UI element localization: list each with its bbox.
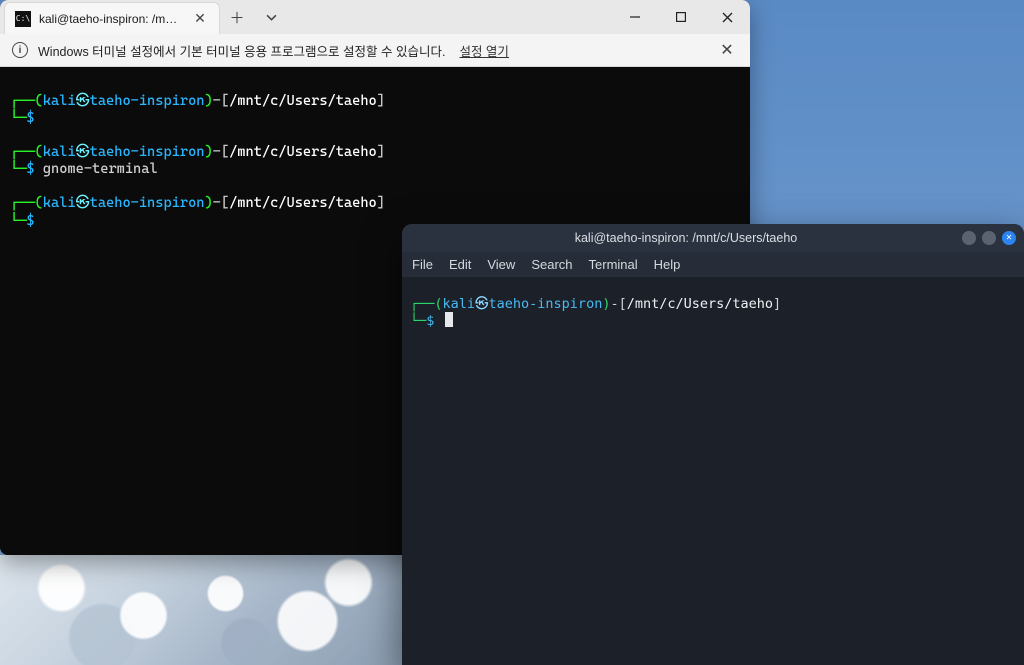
maximize-icon [676,12,686,22]
prompt-line: └─$ gnome-terminal [10,161,740,178]
menu-edit[interactable]: Edit [449,257,471,272]
close-icon [722,12,733,23]
prompt-line: └─$ [10,110,740,127]
minimize-button[interactable] [612,0,658,34]
minimize-icon [630,12,640,22]
gnome-close-button[interactable] [1002,231,1016,245]
prompt-line: ┌──(kali㉿taeho-inspiron)-[/mnt/c/Users/t… [10,144,740,161]
menu-help[interactable]: Help [654,257,681,272]
open-settings-link[interactable]: 설정 열기 [459,41,508,60]
infobar: i Windows 터미널 설정에서 기본 터미널 응용 프로그램으로 설정할 … [0,34,750,67]
gnome-titlebar[interactable]: kali@taeho-inspiron: /mnt/c/Users/taeho [402,224,1024,252]
gnome-terminal-window: kali@taeho-inspiron: /mnt/c/Users/taeho … [402,224,1024,665]
menu-terminal[interactable]: Terminal [589,257,638,272]
menu-file[interactable]: File [412,257,433,272]
new-tab-button[interactable]: ＋ [220,0,254,34]
gnome-menubar: File Edit View Search Terminal Help [402,252,1024,278]
maximize-button[interactable] [658,0,704,34]
gnome-minimize-button[interactable] [962,231,976,245]
tab-dropdown-button[interactable] [254,0,288,34]
terminal-tab-title: kali@taeho-inspiron: /mnt/c/U [39,12,179,26]
prompt-line: └─$ [410,312,1016,329]
prompt-line: ┌──(kali㉿taeho-inspiron)-[/mnt/c/Users/t… [410,296,1016,312]
prompt-line: ┌──(kali㉿taeho-inspiron)-[/mnt/c/Users/t… [10,195,740,212]
tab-close-button[interactable]: ✕ [191,10,209,28]
terminal-tab-icon: C:\ [15,11,31,27]
windows-terminal-titlebar[interactable]: C:\ kali@taeho-inspiron: /mnt/c/U ✕ ＋ [0,0,750,34]
menu-view[interactable]: View [487,257,515,272]
gnome-terminal-body[interactable]: ┌──(kali㉿taeho-inspiron)-[/mnt/c/Users/t… [402,278,1024,665]
menu-search[interactable]: Search [531,257,572,272]
gnome-maximize-button[interactable] [982,231,996,245]
info-icon: i [12,42,28,58]
cursor-icon [445,312,453,327]
infobar-close-button[interactable]: ✕ [716,39,738,61]
gnome-window-title: kali@taeho-inspiron: /mnt/c/Users/taeho [410,231,962,245]
infobar-message: Windows 터미널 설정에서 기본 터미널 응용 프로그램으로 설정할 수 … [38,41,445,60]
chevron-down-icon [266,12,277,23]
window-close-button[interactable] [704,0,750,34]
desktop-wallpaper [0,555,410,665]
terminal-tab[interactable]: C:\ kali@taeho-inspiron: /mnt/c/U ✕ [4,2,220,34]
prompt-line: ┌──(kali㉿taeho-inspiron)-[/mnt/c/Users/t… [10,93,740,110]
